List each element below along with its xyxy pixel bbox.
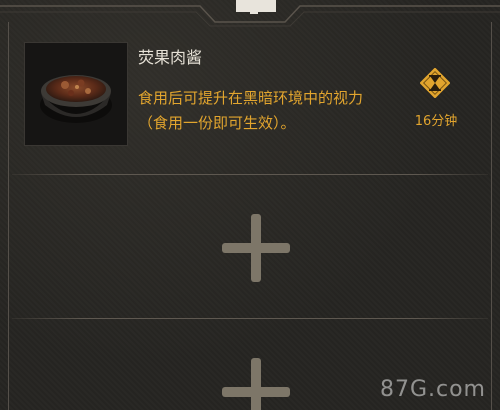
divider	[12, 174, 488, 175]
plus-icon	[222, 214, 290, 282]
meat-sauce-bowl-icon	[40, 75, 112, 123]
food-item-card[interactable]: 荧果肉酱 食用后可提升在黑暗环境中的视力（食用一份即可生效）。 16分钟	[0, 30, 500, 172]
buff-duration: 16分钟	[414, 114, 458, 129]
hourglass-icon	[420, 68, 450, 98]
empty-slot-add-button[interactable]	[220, 356, 292, 410]
empty-slot-add-button[interactable]	[220, 212, 292, 284]
top-ornament	[0, 0, 500, 27]
food-buff-panel: 荧果肉酱 食用后可提升在黑暗环境中的视力（食用一份即可生效）。 16分钟 87G…	[0, 0, 500, 410]
food-name: 荧果肉酱	[138, 48, 203, 67]
divider	[12, 318, 488, 319]
food-description: 食用后可提升在黑暗环境中的视力（食用一份即可生效）。	[138, 89, 364, 132]
food-thumbnail	[24, 42, 128, 146]
watermark: 87G.com	[379, 377, 486, 402]
plus-icon	[222, 358, 290, 410]
